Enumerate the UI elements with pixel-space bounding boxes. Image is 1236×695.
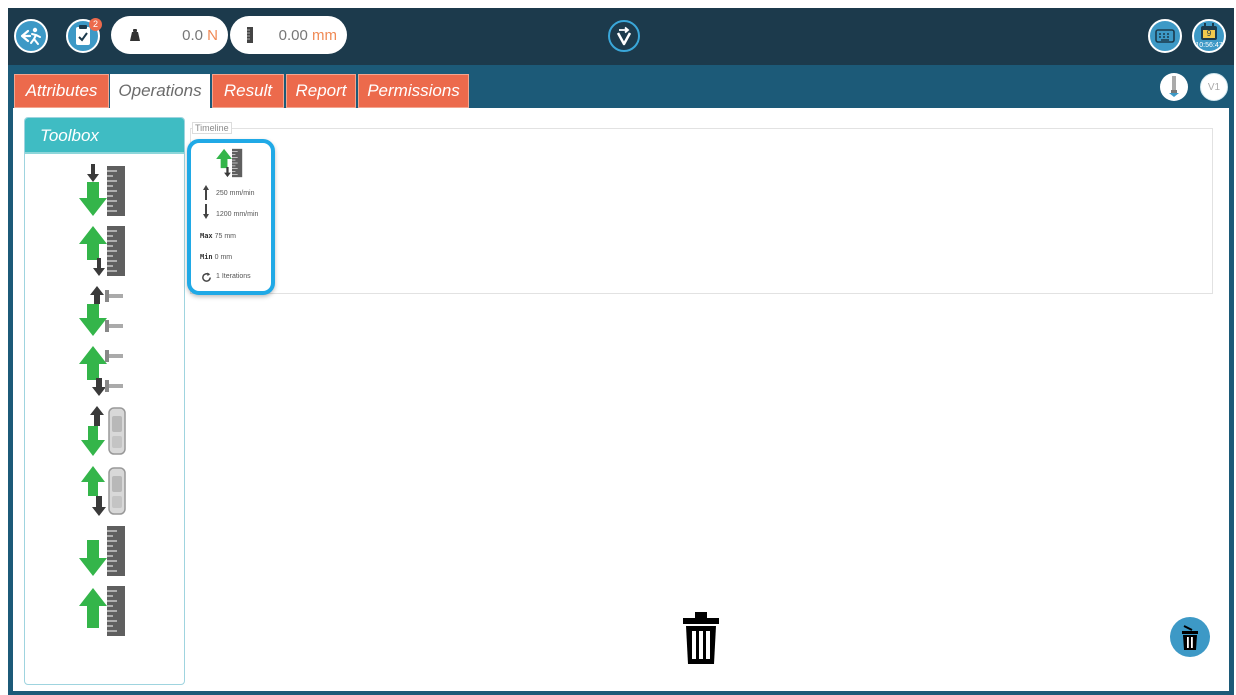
logo-icon xyxy=(616,26,632,46)
tab-result[interactable]: Result xyxy=(212,74,284,108)
force-value: 0.0 xyxy=(182,26,203,44)
probe-icon xyxy=(1169,76,1179,97)
clock-time: 10:56:47 xyxy=(1195,42,1223,49)
min-label: Min xyxy=(200,253,213,261)
probe-button[interactable] xyxy=(1160,73,1188,101)
tab-report[interactable]: Report xyxy=(286,74,356,108)
timeline-operation-card[interactable]: 250 mm/min 1200 mm/min Max 75 mm Min 0 m… xyxy=(187,139,275,295)
exit-icon xyxy=(20,27,41,45)
position-unit: mm xyxy=(312,26,337,44)
frame-right xyxy=(1229,108,1234,695)
tool-move-up-probe[interactable] xyxy=(77,344,137,398)
version-button[interactable]: V1 xyxy=(1200,73,1228,101)
timeline-area[interactable] xyxy=(190,128,1213,294)
toolbox-panel: Toolbox xyxy=(24,117,185,685)
move-up-ruler-icon xyxy=(79,226,125,276)
calendar-day: 9 xyxy=(1206,29,1212,38)
up-ruler-icon xyxy=(79,586,125,636)
position-value: 0.00 xyxy=(278,26,308,44)
force-readout: 0.0 N xyxy=(111,16,228,54)
tests-button[interactable]: 2 xyxy=(66,18,102,53)
frame-bottom xyxy=(8,691,1234,695)
timeline-label: Timeline xyxy=(192,122,232,134)
move-up-gauge-icon xyxy=(81,466,126,516)
weight-icon xyxy=(130,29,140,41)
min-row: Min 0 mm xyxy=(200,253,232,261)
max-value: 75 mm xyxy=(214,233,237,240)
toolbox-title: Toolbox xyxy=(25,118,184,154)
keyboard-button[interactable] xyxy=(1148,19,1182,53)
tool-move-up-gauge[interactable] xyxy=(77,464,137,518)
notification-badge: 2 xyxy=(89,18,102,31)
frame-left xyxy=(8,108,13,695)
logo-button[interactable] xyxy=(608,20,640,52)
speed-up-value: 250 mm/min xyxy=(216,190,255,197)
tool-up-ruler[interactable] xyxy=(77,584,137,638)
tool-move-down-gauge[interactable] xyxy=(77,404,137,458)
tool-down-ruler[interactable] xyxy=(77,524,137,578)
tool-move-down-probe[interactable] xyxy=(77,284,137,338)
speed-down-value: 1200 mm/min xyxy=(216,211,259,218)
calendar-button[interactable]: 9 10:56:47 xyxy=(1192,19,1226,53)
tab-attributes[interactable]: Attributes xyxy=(14,74,109,108)
force-unit: N xyxy=(207,26,218,44)
move-down-probe-icon xyxy=(79,286,123,336)
down-ruler-icon xyxy=(79,526,125,576)
tool-move-up-ruler[interactable] xyxy=(77,224,137,278)
exit-button[interactable] xyxy=(14,19,48,53)
version-label: V1 xyxy=(1207,81,1221,93)
move-up-ruler-icon xyxy=(216,148,243,178)
ruler-icon xyxy=(247,27,253,43)
max-row: Max 75 mm xyxy=(200,232,236,240)
trash-icon xyxy=(683,612,719,664)
tab-strip: Attributes Operations Result Report Perm… xyxy=(8,65,1234,108)
tool-move-down-ruler[interactable] xyxy=(77,164,137,218)
iterations-icon xyxy=(202,272,211,282)
top-bar: 2 0.0 N 0.00 mm 9 10:56:47 xyxy=(8,8,1234,65)
keyboard-icon xyxy=(1155,29,1175,43)
trash-drop-zone[interactable] xyxy=(682,612,720,664)
min-value: 0 mm xyxy=(214,254,233,261)
delete-button[interactable] xyxy=(1170,617,1210,657)
move-up-probe-icon xyxy=(79,346,123,396)
iterations-value: 1 Iterations xyxy=(216,273,251,280)
tab-operations[interactable]: Operations xyxy=(110,74,210,108)
move-down-ruler-icon xyxy=(79,164,125,216)
position-readout: 0.00 mm xyxy=(230,16,347,54)
speed-arrows-icon xyxy=(203,185,209,219)
move-down-gauge-icon xyxy=(81,406,126,456)
delete-icon xyxy=(1182,625,1198,650)
tab-permissions[interactable]: Permissions xyxy=(358,74,469,108)
max-label: Max xyxy=(200,232,213,240)
